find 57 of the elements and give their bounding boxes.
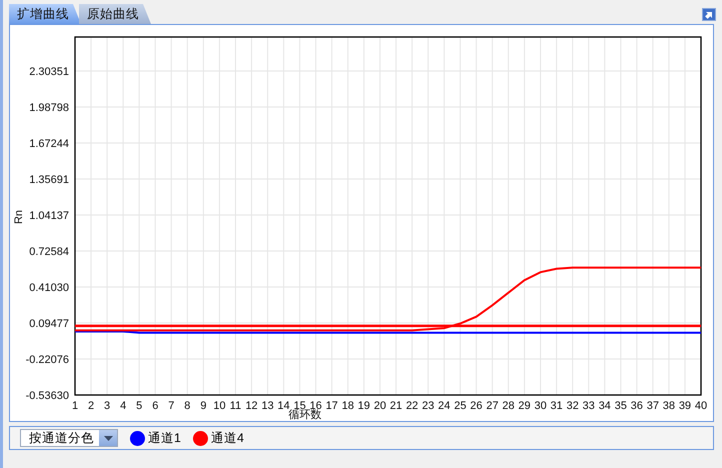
x-tick-label: 33: [582, 400, 595, 412]
y-tick-label: 1.35691: [29, 174, 69, 186]
x-tick-label: 13: [262, 400, 274, 412]
x-tick-label: 22: [406, 400, 418, 412]
y-tick-label: 0.09477: [29, 318, 69, 330]
x-tick-label: 26: [470, 400, 482, 412]
x-tick-label: 7: [168, 400, 174, 412]
y-tick-label: 1.67244: [29, 138, 69, 150]
x-tick-label: 17: [326, 400, 338, 412]
x-tick-label: 19: [358, 400, 370, 412]
x-tick-label: 1: [72, 400, 78, 412]
x-tick-label: 25: [454, 400, 466, 412]
x-tick-label: 3: [104, 400, 110, 412]
x-tick-label: 5: [136, 400, 142, 412]
x-tick-label: 21: [390, 400, 402, 412]
x-tick-label: 20: [374, 400, 386, 412]
y-tick-label: 0.72584: [29, 246, 69, 258]
x-tick-label: 39: [678, 400, 692, 412]
tab[interactable]: 扩增曲线: [9, 4, 81, 24]
x-tick-label: 34: [598, 400, 611, 412]
y-tick-label: 1.98798: [29, 102, 69, 114]
x-tick-label: 32: [566, 400, 579, 412]
y-tick-label: -0.22076: [26, 354, 69, 366]
caret-icon: [104, 436, 112, 440]
legend-label: 通道1: [148, 430, 181, 446]
x-axis-title: 循环数: [288, 409, 322, 421]
x-tick-label: 6: [152, 400, 158, 412]
y-axis-title: Rn: [13, 210, 25, 224]
x-tick-label: 38: [662, 400, 676, 412]
legend-label: 通道4: [210, 430, 244, 446]
x-tick-label: 30: [534, 400, 547, 412]
x-tick-label: 29: [518, 400, 531, 412]
x-tick-label: 28: [502, 400, 514, 412]
x-tick-label: 2: [88, 400, 94, 412]
x-tick-label: 35: [614, 400, 627, 412]
x-tick-label: 23: [422, 400, 434, 412]
maximize-icon[interactable]: [702, 8, 716, 20]
x-tick-label: 8: [184, 400, 190, 412]
x-tick-label: 37: [646, 400, 659, 412]
y-tick-label: -0.53630: [26, 390, 69, 402]
x-tick-label: 36: [630, 400, 643, 412]
x-tick-label: 9: [200, 400, 206, 412]
x-tick-label: 27: [486, 400, 498, 412]
x-tick-label: 12: [245, 400, 258, 412]
y-tick-label: 0.41030: [29, 282, 69, 294]
x-tick-label: 24: [438, 400, 450, 412]
x-tick-label: 10: [213, 400, 226, 412]
y-tick-label: 1.04137: [29, 210, 69, 222]
x-tick-label: 14: [278, 400, 290, 412]
color-mode-dropdown[interactable]: 按通道分色: [20, 429, 118, 447]
tab[interactable]: 原始曲线: [79, 4, 151, 24]
x-tick-label: 11: [230, 400, 242, 412]
x-tick-label: 31: [550, 400, 563, 412]
x-tick-label: 40: [694, 400, 708, 412]
x-tick-label: 4: [120, 400, 126, 412]
y-tick-label: 2.30351: [29, 66, 69, 78]
x-tick-label: 18: [342, 400, 354, 412]
